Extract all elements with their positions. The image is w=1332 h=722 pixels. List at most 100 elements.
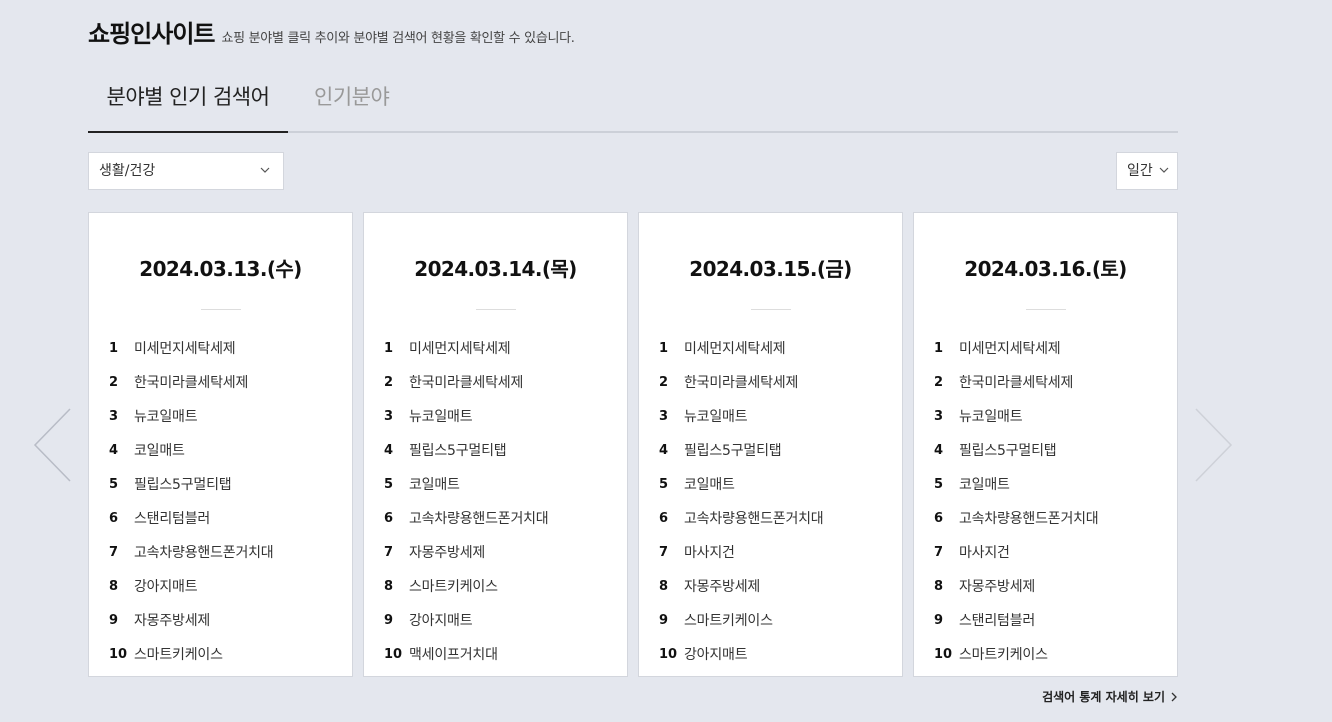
keyword-text[interactable]: 마사지건 [959,542,1010,562]
keyword-text[interactable]: 뉴코일매트 [684,406,748,426]
period-select[interactable]: 일간 [1116,152,1178,190]
keyword-item[interactable]: 3 뉴코일매트 [384,399,548,433]
keyword-text[interactable]: 코일매트 [134,440,185,460]
keyword-list: 1 미세먼지세탁세제 2 한국미라클세탁세제 3 뉴코일매트 4 코일매트 5 필립스5구… [109,331,274,671]
keyword-text[interactable]: 필립스5구멀티탭 [134,474,232,494]
keyword-text[interactable]: 한국미라클세탁세제 [409,372,523,392]
keyword-text[interactable]: 미세먼지세탁세제 [134,338,236,358]
keyword-text[interactable]: 자몽주방세제 [409,542,485,562]
prev-arrow-button[interactable] [32,405,72,485]
keyword-item[interactable]: 8 강아지매트 [109,569,273,603]
keyword-stats-detail-link[interactable]: 검색어 통계 자세히 보기 [1042,688,1178,705]
keyword-text[interactable]: 미세먼지세탁세제 [684,338,786,358]
keyword-item[interactable]: 7 고속차량용핸드폰거치대 [109,535,274,569]
next-arrow-button[interactable] [1194,405,1234,485]
keyword-text[interactable]: 맥세이프거치대 [409,644,498,664]
ranking-card: 2024.03.15.(금) 1 미세먼지세탁세제 2 한국미라클세탁세제 3 뉴코일… [638,212,903,677]
keyword-text[interactable]: 뉴코일매트 [409,406,473,426]
keyword-text[interactable]: 뉴코일매트 [134,406,198,426]
keyword-item[interactable]: 6 고속차량용핸드폰거치대 [934,501,1099,535]
keyword-text[interactable]: 자몽주방세제 [959,576,1035,596]
keyword-item[interactable]: 3 뉴코일매트 [109,399,273,433]
keyword-text[interactable]: 스탠리텀블러 [959,610,1035,630]
keyword-rank: 10 [934,646,953,662]
keyword-text[interactable]: 스마트키케이스 [959,644,1048,664]
tab-category-keywords[interactable]: 분야별 인기 검색어 [88,80,288,133]
keyword-text[interactable]: 코일매트 [959,474,1010,494]
keyword-item[interactable]: 9 자몽주방세제 [109,603,273,637]
keyword-text[interactable]: 미세먼지세탁세제 [959,338,1061,358]
keyword-item[interactable]: 8 자몽주방세제 [934,569,1098,603]
keyword-item[interactable]: 5 코일매트 [934,467,1098,501]
tab-popular-categories[interactable]: 인기분야 [314,80,390,131]
keyword-item[interactable]: 1 미세먼지세탁세제 [659,331,823,365]
keyword-text[interactable]: 한국미라클세탁세제 [134,372,248,392]
keyword-text[interactable]: 자몽주방세제 [684,576,760,596]
keyword-rank: 8 [384,578,394,594]
keyword-text[interactable]: 고속차량용핸드폰거치대 [959,508,1099,528]
keyword-text[interactable]: 한국미라클세탁세제 [684,372,798,392]
keyword-item[interactable]: 6 스탠리텀블러 [109,501,273,535]
card-divider [476,309,516,310]
keyword-text[interactable]: 필립스5구멀티탭 [684,440,782,460]
keyword-text[interactable]: 스탠리텀블러 [134,508,210,528]
keyword-item[interactable]: 2 한국미라클세탁세제 [659,365,823,399]
keyword-text[interactable]: 미세먼지세탁세제 [409,338,511,358]
keyword-item[interactable]: 4 필립스5구멀티탭 [934,433,1098,467]
keyword-item[interactable]: 4 코일매트 [109,433,273,467]
keyword-item[interactable]: 2 한국미라클세탁세제 [934,365,1098,399]
keyword-text[interactable]: 스마트키케이스 [409,576,498,596]
keyword-text[interactable]: 강아지매트 [409,610,473,630]
card-date: 2024.03.15.(금) [689,257,852,281]
keyword-item[interactable]: 9 스탠리텀블러 [934,603,1098,637]
keyword-text[interactable]: 마사지건 [684,542,735,562]
keyword-text[interactable]: 필립스5구멀티탭 [959,440,1057,460]
keyword-item[interactable]: 4 필립스5구멀티탭 [384,433,548,467]
keyword-item[interactable]: 7 자몽주방세제 [384,535,548,569]
keyword-item[interactable]: 7 마사지건 [934,535,1098,569]
ranking-card: 2024.03.16.(토) 1 미세먼지세탁세제 2 한국미라클세탁세제 3 뉴코일… [913,212,1178,677]
keyword-text[interactable]: 고속차량용핸드폰거치대 [684,508,824,528]
keyword-item[interactable]: 8 자몽주방세제 [659,569,823,603]
keyword-item[interactable]: 7 마사지건 [659,535,823,569]
keyword-item[interactable]: 3 뉴코일매트 [659,399,823,433]
keyword-item[interactable]: 8 스마트키케이스 [384,569,548,603]
keyword-item[interactable]: 6 고속차량용핸드폰거치대 [659,501,824,535]
keyword-item[interactable]: 2 한국미라클세탁세제 [109,365,273,399]
keyword-item[interactable]: 1 미세먼지세탁세제 [109,331,273,365]
keyword-text[interactable]: 뉴코일매트 [959,406,1023,426]
keyword-rank: 1 [934,340,944,356]
keyword-text[interactable]: 필립스5구멀티탭 [409,440,507,460]
category-select-value: 생활/건강 [99,163,156,179]
chevron-right-icon [1171,692,1177,701]
keyword-text[interactable]: 코일매트 [684,474,735,494]
keyword-text[interactable]: 강아지매트 [684,644,748,664]
keyword-text[interactable]: 스마트키케이스 [134,644,223,664]
keyword-rank: 4 [659,442,669,458]
keyword-item[interactable]: 4 필립스5구멀티탭 [659,433,823,467]
category-select[interactable]: 생활/건강 [88,152,284,190]
keyword-text[interactable]: 스마트키케이스 [684,610,773,630]
keyword-text[interactable]: 강아지매트 [134,576,198,596]
keyword-item[interactable]: 1 미세먼지세탁세제 [384,331,548,365]
keyword-text[interactable]: 고속차량용핸드폰거치대 [134,542,274,562]
keyword-item[interactable]: 10 맥세이프거치대 [384,637,548,671]
keyword-item[interactable]: 5 필립스5구멀티탭 [109,467,273,501]
keyword-item[interactable]: 10 스마트키케이스 [934,637,1098,671]
keyword-text[interactable]: 한국미라클세탁세제 [959,372,1073,392]
keyword-text[interactable]: 고속차량용핸드폰거치대 [409,508,549,528]
keyword-item[interactable]: 9 강아지매트 [384,603,548,637]
keyword-item[interactable]: 6 고속차량용핸드폰거치대 [384,501,549,535]
keyword-text[interactable]: 코일매트 [409,474,460,494]
keyword-item[interactable]: 5 코일매트 [384,467,548,501]
keyword-rank: 5 [934,476,944,492]
keyword-item[interactable]: 2 한국미라클세탁세제 [384,365,548,399]
card-divider [1026,309,1066,310]
keyword-item[interactable]: 1 미세먼지세탁세제 [934,331,1098,365]
keyword-item[interactable]: 10 강아지매트 [659,637,823,671]
keyword-item[interactable]: 3 뉴코일매트 [934,399,1098,433]
keyword-item[interactable]: 5 코일매트 [659,467,823,501]
keyword-item[interactable]: 10 스마트키케이스 [109,637,273,671]
keyword-text[interactable]: 자몽주방세제 [134,610,210,630]
keyword-item[interactable]: 9 스마트키케이스 [659,603,823,637]
